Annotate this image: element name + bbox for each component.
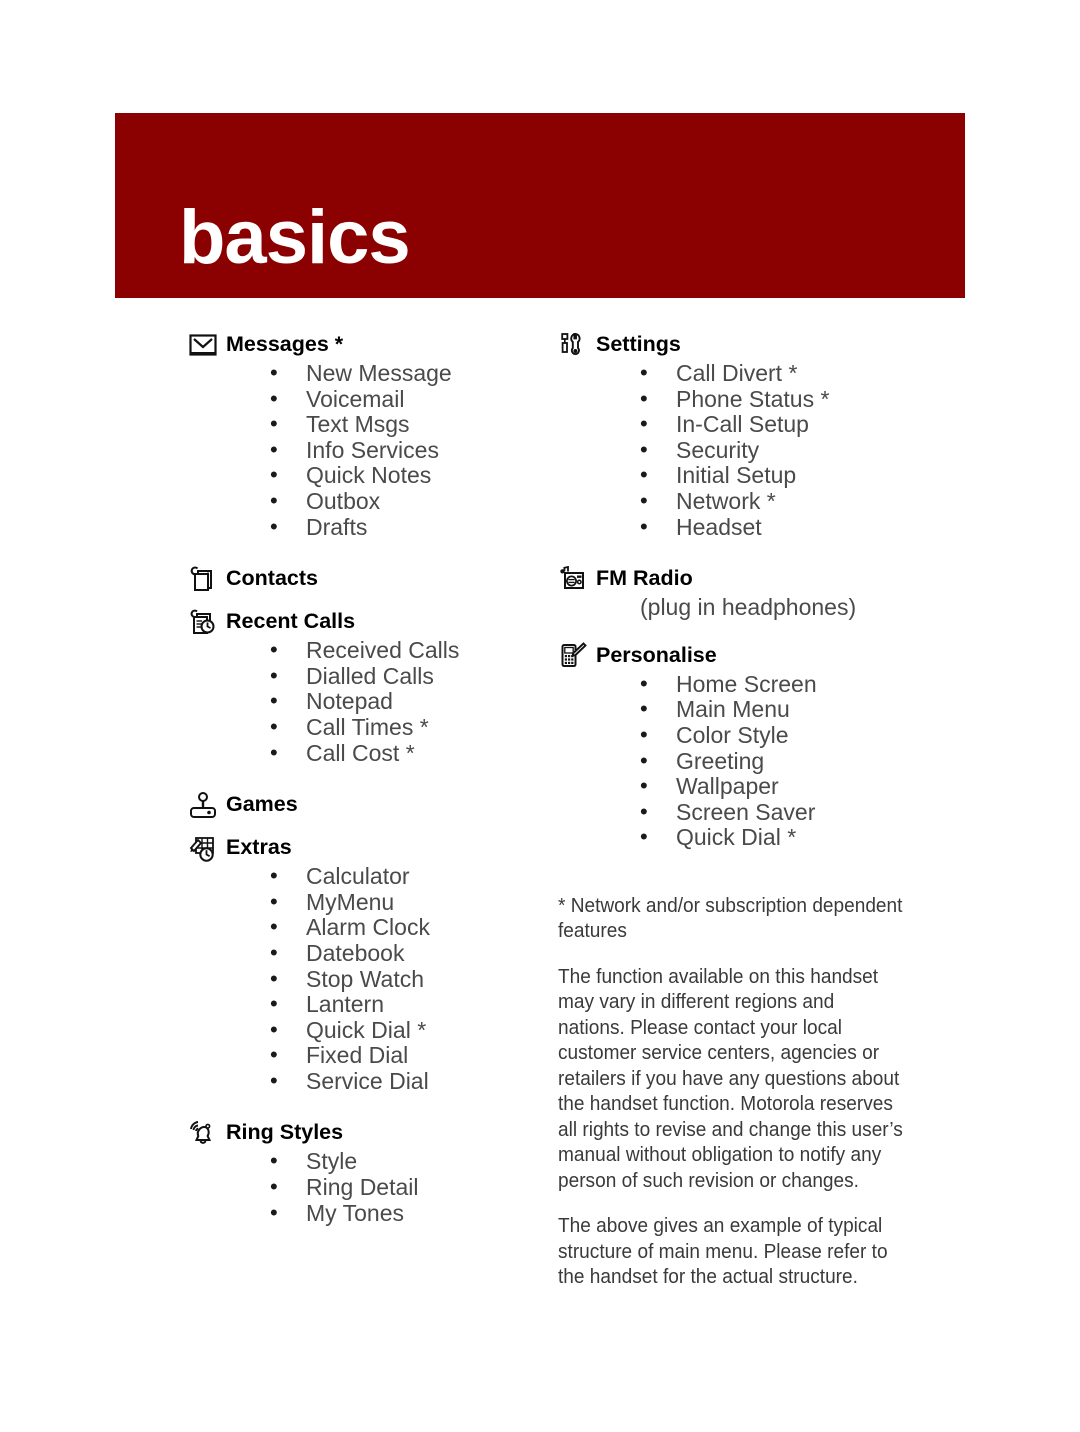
phone-pencil-icon xyxy=(558,642,588,670)
footnote-network-disclaimer: * Network and/or subscription dependent … xyxy=(558,893,903,943)
content-columns: Messages * New Message Voicemail Text Ms… xyxy=(0,330,1080,1290)
list-item[interactable]: Main Menu xyxy=(640,696,908,723)
list-item[interactable]: In-Call Setup xyxy=(640,411,908,438)
list-item[interactable]: Voicemail xyxy=(270,386,548,413)
section-heading-games[interactable]: Games xyxy=(188,790,548,819)
section-heading-contacts[interactable]: Contacts xyxy=(188,564,548,593)
list-item[interactable]: Quick Dial * xyxy=(640,824,908,851)
section-ring-styles: Ring Styles Style Ring Detail My Tones xyxy=(188,1118,548,1226)
list-item[interactable]: MyMenu xyxy=(270,889,548,916)
joystick-icon xyxy=(188,791,218,819)
section-recent-calls: Recent Calls Received Calls Dialled Call… xyxy=(188,607,548,766)
list-item[interactable]: Info Services xyxy=(270,437,548,464)
list-item[interactable]: Style xyxy=(270,1148,548,1175)
section-settings: Settings Call Divert * Phone Status * In… xyxy=(558,330,908,540)
list-item[interactable]: My Tones xyxy=(270,1200,548,1227)
section-title: FM Radio xyxy=(596,566,693,591)
list-item[interactable]: Home Screen xyxy=(640,671,908,698)
contacts-card-icon xyxy=(188,565,218,593)
list-item[interactable]: Notepad xyxy=(270,688,548,715)
list-item[interactable]: Datebook xyxy=(270,940,548,967)
list-item[interactable]: Quick Notes xyxy=(270,462,548,489)
section-title: Ring Styles xyxy=(226,1120,344,1145)
list-item[interactable]: Calculator xyxy=(270,863,548,890)
section-heading-recent-calls[interactable]: Recent Calls xyxy=(188,607,548,636)
list-item[interactable]: Text Msgs xyxy=(270,411,548,438)
list-item[interactable]: Quick Dial * xyxy=(270,1017,548,1044)
list-personalise: Home Screen Main Menu Color Style Greeti… xyxy=(640,671,908,851)
section-games: Games xyxy=(188,790,548,819)
section-title: Extras xyxy=(226,835,292,860)
section-heading-settings[interactable]: Settings xyxy=(558,330,908,359)
list-item[interactable]: Call Divert * xyxy=(640,360,908,387)
paragraph-function-disclaimer: The function available on this handset m… xyxy=(558,964,903,1192)
list-item[interactable]: Phone Status * xyxy=(640,386,908,413)
list-item[interactable]: Lantern xyxy=(270,991,548,1018)
list-ring-styles: Style Ring Detail My Tones xyxy=(270,1148,548,1227)
list-item[interactable]: Service Dial xyxy=(270,1068,548,1095)
list-item[interactable]: New Message xyxy=(270,360,548,387)
list-item[interactable]: Call Cost * xyxy=(270,740,548,767)
screwdriver-wrench-icon xyxy=(558,331,588,359)
list-recent-calls: Received Calls Dialled Calls Notepad Cal… xyxy=(270,637,548,767)
envelope-icon xyxy=(188,331,218,359)
fm-radio-note: (plug in headphones) xyxy=(640,594,857,621)
list-item[interactable]: Network * xyxy=(640,488,908,515)
extras-calculator-pencil-icon xyxy=(188,834,218,862)
list-item[interactable]: Stop Watch xyxy=(270,966,548,993)
section-title: Games xyxy=(226,792,298,817)
page-banner: basics xyxy=(115,113,965,298)
list-item[interactable]: Dialled Calls xyxy=(270,663,548,690)
fm-radio-icon xyxy=(558,565,588,593)
list-settings: Call Divert * Phone Status * In-Call Set… xyxy=(640,360,908,541)
page-title: basics xyxy=(179,195,411,280)
list-item[interactable]: Initial Setup xyxy=(640,462,908,489)
list-item[interactable]: Received Calls xyxy=(270,637,548,664)
list-messages: New Message Voicemail Text Msgs Info Ser… xyxy=(270,360,548,541)
list-item[interactable]: Fixed Dial xyxy=(270,1042,548,1069)
section-extras: Extras Calculator MyMenu Alarm Clock Dat… xyxy=(188,833,548,1094)
section-contacts: Contacts xyxy=(188,564,548,593)
list-item[interactable]: Alarm Clock xyxy=(270,914,548,941)
section-title: Messages * xyxy=(226,332,344,356)
list-item[interactable]: Call Times * xyxy=(270,714,548,741)
list-item[interactable]: Greeting xyxy=(640,748,908,775)
ringing-bell-icon xyxy=(188,1119,218,1147)
section-fm-radio: FM Radio (plug in headphones) xyxy=(558,564,908,621)
list-extras: Calculator MyMenu Alarm Clock Datebook S… xyxy=(270,863,548,1095)
section-personalise: Personalise Home Screen Main Menu Color … xyxy=(558,641,908,851)
section-heading-messages[interactable]: Messages * xyxy=(188,330,548,359)
section-title: Settings xyxy=(596,332,681,356)
list-item[interactable]: Drafts xyxy=(270,514,548,541)
list-item[interactable]: Color Style xyxy=(640,722,908,749)
section-heading-fm-radio[interactable]: FM Radio xyxy=(558,564,908,593)
list-item[interactable]: Screen Saver xyxy=(640,799,908,826)
section-messages: Messages * New Message Voicemail Text Ms… xyxy=(188,330,548,540)
list-item[interactable]: Wallpaper xyxy=(640,773,908,800)
list-item[interactable]: Security xyxy=(640,437,908,464)
left-column: Messages * New Message Voicemail Text Ms… xyxy=(188,330,548,1226)
paragraph-menu-structure-note: The above gives an example of typical st… xyxy=(558,1214,888,1289)
list-item[interactable]: Headset xyxy=(640,514,908,541)
list-item[interactable]: Outbox xyxy=(270,488,548,515)
list-item[interactable]: Ring Detail xyxy=(270,1174,548,1201)
section-title: Personalise xyxy=(596,642,717,667)
section-title: Recent Calls xyxy=(226,609,356,634)
section-title: Contacts xyxy=(226,566,318,591)
section-heading-extras[interactable]: Extras xyxy=(188,833,548,862)
section-heading-personalise[interactable]: Personalise xyxy=(558,641,908,670)
right-column: Settings Call Divert * Phone Status * In… xyxy=(558,330,908,1290)
recent-calls-clock-icon xyxy=(188,608,218,636)
section-heading-ring-styles[interactable]: Ring Styles xyxy=(188,1118,548,1147)
